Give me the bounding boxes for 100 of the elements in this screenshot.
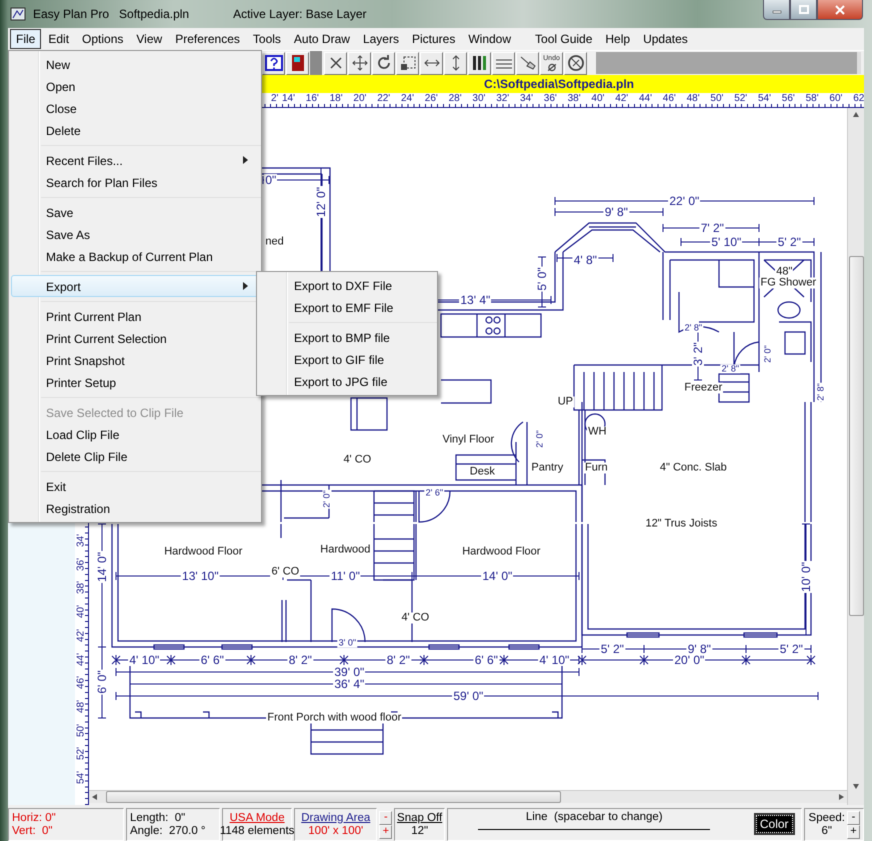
menu-item[interactable]: Pictures — [406, 29, 462, 49]
dimension-label: 13' 10" — [181, 570, 220, 582]
help-tool[interactable] — [262, 52, 285, 74]
room-label: Hardwood Floor — [163, 546, 244, 558]
usa-mode-link[interactable]: USA Mode — [230, 812, 285, 824]
lines-tool[interactable] — [492, 52, 515, 74]
room-label: Front Porch with wood floor — [266, 712, 402, 724]
menu-item[interactable]: Layers — [356, 29, 405, 49]
scroll-right-icon[interactable] — [838, 794, 844, 800]
ruler-label: 42' — [615, 93, 628, 104]
menu-item[interactable]: View — [130, 29, 168, 49]
room-label: UP — [556, 396, 574, 408]
room-label: WH — [587, 426, 608, 438]
speed-value: 6" — [822, 824, 832, 838]
increase-button[interactable]: + — [379, 824, 392, 838]
menu-item[interactable]: Options — [76, 29, 130, 49]
dimension-label: 4' 10" — [128, 654, 160, 666]
menu-item[interactable]: Updates — [637, 29, 694, 49]
drawing-area-link[interactable]: Drawing Area — [301, 812, 370, 824]
menu-item[interactable]: File — [10, 29, 42, 49]
speed-increase-button[interactable]: + — [847, 824, 860, 838]
maximize-button[interactable] — [790, 0, 817, 20]
file-menu-item[interactable]: Search for Plan Files — [11, 171, 259, 193]
dimension-label: 10' 0" — [800, 561, 812, 593]
dimension-label: 2' 8" — [684, 324, 704, 332]
vertical-scrollbar[interactable] — [847, 108, 864, 805]
horizontal-tool[interactable] — [420, 52, 443, 74]
file-menu-item[interactable]: Print Current Selection — [11, 327, 259, 349]
ruler-label: 34' — [75, 532, 86, 550]
select-tool[interactable] — [396, 52, 419, 74]
scroll-left-icon[interactable] — [92, 794, 98, 800]
file-menu-item[interactable]: Print Current Plan — [11, 305, 259, 327]
snap-link[interactable]: Snap Off — [397, 812, 442, 824]
dimension-label: 59' 0" — [452, 690, 484, 702]
dimension-label: 14' 0" — [481, 570, 514, 582]
ruler-label: 48' — [75, 698, 86, 715]
scroll-up-icon[interactable] — [853, 112, 860, 118]
file-menu-item[interactable]: Close — [11, 97, 259, 119]
delete-tool[interactable] — [324, 52, 347, 74]
file-menu-item[interactable]: Export — [11, 275, 259, 297]
dimension-label: 9' 8" — [604, 206, 629, 218]
dimension-label: 3' 0" — [338, 638, 358, 648]
dimension-label: 22' 0" — [668, 195, 700, 207]
file-menu-item[interactable]: Print Snapshot — [11, 349, 259, 371]
dimension-label: 5' 0" — [536, 266, 548, 292]
file-menu-item[interactable]: Exit — [11, 475, 259, 497]
scroll-down-icon[interactable] — [853, 783, 860, 789]
file-menu-item[interactable]: Load Clip File — [11, 423, 259, 445]
no-tool[interactable] — [564, 52, 587, 74]
ruler-label: 46' — [75, 675, 86, 692]
file-menu-item[interactable]: New — [11, 53, 259, 75]
menu-item[interactable]: Window — [462, 29, 518, 49]
tool-button[interactable] — [516, 52, 539, 74]
close-icon — [835, 4, 845, 14]
move-tool[interactable] — [348, 52, 371, 74]
ruler-label: 54' — [758, 93, 772, 104]
ruler-label: 54' — [75, 770, 86, 786]
color-button[interactable]: Color — [756, 815, 793, 833]
vertical-tool[interactable] — [444, 52, 467, 74]
dimension-label: 8' 2" — [288, 654, 313, 666]
file-menu-item[interactable]: Recent Files... — [11, 149, 259, 171]
ruler-label: 40' — [591, 93, 604, 104]
file-menu-item[interactable]: Delete — [11, 119, 259, 141]
dimension-label: 5' 2" — [776, 236, 802, 248]
ruler-label: 16' — [306, 93, 319, 104]
dimension-label: 6' 6" — [474, 654, 499, 666]
ruler-label: 20' — [353, 93, 366, 104]
ruler-label: 26' — [424, 93, 438, 104]
ruler-label: 32' — [496, 93, 510, 104]
bars-icon — [470, 54, 488, 72]
export-menu-item[interactable]: Export to DXF File — [259, 274, 435, 296]
speed-decrease-button[interactable]: - — [847, 810, 860, 824]
decrease-button[interactable]: - — [379, 810, 392, 824]
file-menu-item[interactable]: Printer Setup — [11, 371, 259, 393]
bars-tool[interactable] — [468, 52, 491, 74]
rotate-tool[interactable] — [372, 52, 395, 74]
move-icon — [350, 54, 368, 72]
file-menu-item[interactable]: Registration — [11, 497, 259, 519]
menu-item[interactable]: Tool Guide — [529, 29, 598, 49]
export-menu-item[interactable]: Export to EMF File — [259, 296, 435, 318]
close-button[interactable] — [817, 0, 863, 20]
door-tool[interactable] — [286, 52, 309, 74]
export-menu-item[interactable]: Export to GIF file — [259, 348, 435, 370]
ruler-label: 52' — [734, 93, 748, 104]
dimension-label: 2' 8" — [720, 364, 740, 374]
horizontal-scrollbar[interactable] — [89, 790, 848, 803]
menu-item[interactable]: Help — [599, 29, 636, 49]
menu-item[interactable]: Tools — [246, 29, 287, 49]
menu-item[interactable]: Preferences — [169, 29, 246, 49]
file-menu-item[interactable]: Make a Backup of Current Plan — [11, 245, 259, 267]
menu-item[interactable]: Auto Draw — [288, 29, 356, 49]
file-menu-item[interactable]: Save As — [11, 223, 259, 245]
file-menu-item[interactable]: Save — [11, 201, 259, 223]
ruler-label: 14' — [282, 93, 296, 104]
file-menu-item[interactable]: Delete Clip File — [11, 445, 259, 467]
ruler-label: 22' — [377, 93, 390, 104]
export-menu-item[interactable]: Export to BMP file — [259, 326, 435, 348]
export-menu-item[interactable]: Export to JPG file — [259, 370, 435, 392]
menu-item[interactable]: Edit — [42, 29, 76, 49]
minimize-button[interactable] — [763, 0, 790, 20]
